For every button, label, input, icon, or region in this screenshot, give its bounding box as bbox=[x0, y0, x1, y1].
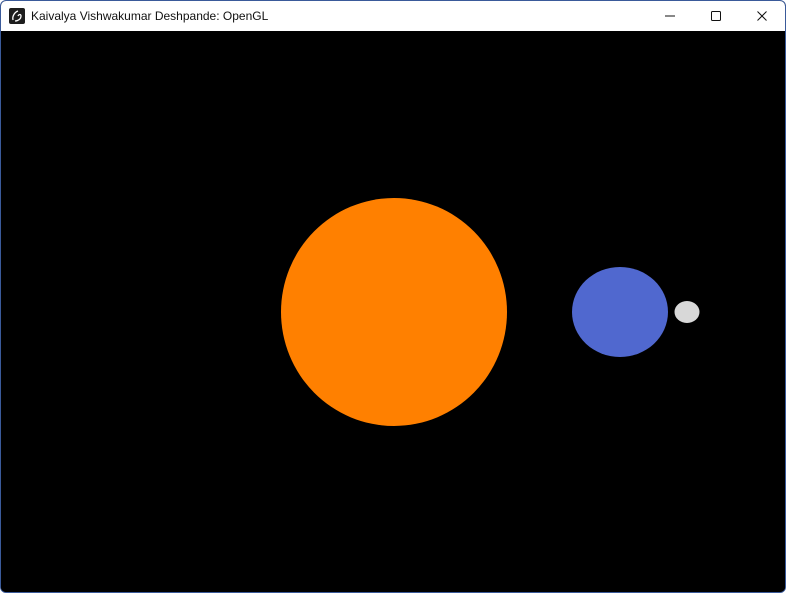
moon bbox=[674, 301, 700, 323]
window-title: Kaivalya Vishwakumar Deshpande: OpenGL bbox=[31, 9, 269, 23]
minimize-icon bbox=[665, 15, 675, 17]
window-controls bbox=[647, 1, 785, 31]
maximize-button[interactable] bbox=[693, 1, 739, 31]
sun bbox=[281, 198, 507, 426]
maximize-icon bbox=[711, 11, 721, 21]
minimize-button[interactable] bbox=[647, 1, 693, 31]
opengl-canvas[interactable] bbox=[1, 31, 785, 592]
close-icon bbox=[757, 11, 767, 21]
title-bar[interactable]: Kaivalya Vishwakumar Deshpande: OpenGL bbox=[1, 1, 785, 31]
close-button[interactable] bbox=[739, 1, 785, 31]
planet bbox=[572, 267, 668, 357]
opengl-app-icon bbox=[9, 8, 25, 24]
app-window: Kaivalya Vishwakumar Deshpande: OpenGL bbox=[0, 0, 786, 593]
